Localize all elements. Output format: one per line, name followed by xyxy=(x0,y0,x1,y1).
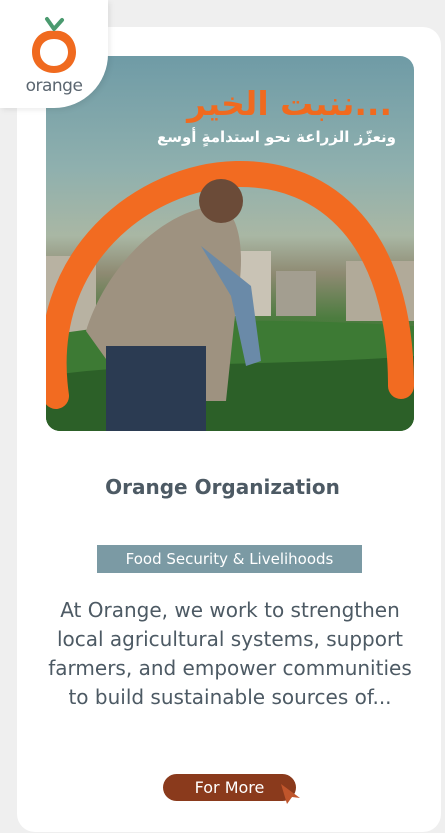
organization-name[interactable]: Orange Organization xyxy=(0,472,445,502)
pointer-cursor-icon xyxy=(281,784,300,804)
card-description: At Orange, we work to strengthen local a… xyxy=(48,598,412,709)
orange-fruit-icon xyxy=(32,17,76,73)
logo-wordmark: orange xyxy=(25,76,83,96)
organization-logo[interactable]: orange xyxy=(0,0,108,108)
project-image[interactable]: ننبت الخير... ونعزّز الزراعة نحو استدامة… xyxy=(46,56,414,431)
for-more-button[interactable]: For More xyxy=(163,774,296,801)
category-badge: Food Security & Livelihoods xyxy=(97,545,362,573)
banner-subline: ونعزّز الزراعة نحو استدامةٍ أوسع xyxy=(156,128,396,146)
banner-headline: ننبت الخير... xyxy=(187,84,392,123)
